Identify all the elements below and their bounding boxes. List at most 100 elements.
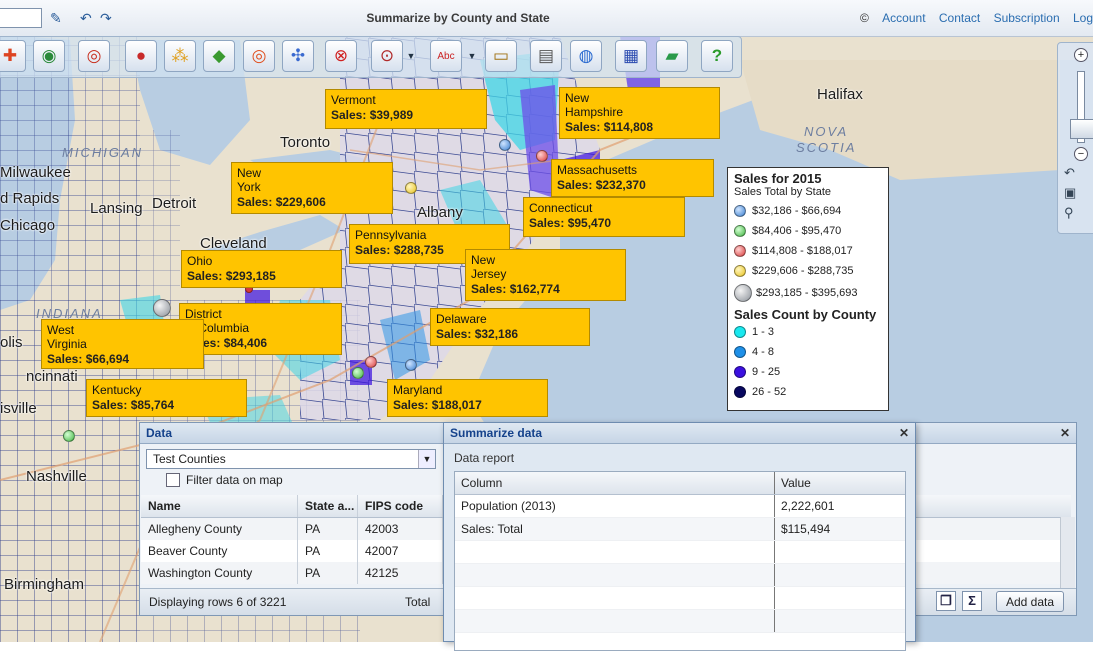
callout-maryland[interactable]: Maryland Sales: $188,017 xyxy=(387,379,548,417)
city-label: Toronto xyxy=(280,134,331,151)
chevron-down-icon[interactable]: ▼ xyxy=(418,450,435,468)
link-log[interactable]: Log xyxy=(1073,11,1093,25)
callout-connecticut[interactable]: Connecticut Sales: $95,470 xyxy=(523,197,685,237)
radius-icon[interactable]: ⊙ xyxy=(371,40,403,72)
callout-west-virginia[interactable]: West Virginia Sales: $66,694 xyxy=(41,319,204,369)
stop-icon[interactable]: ⊗ xyxy=(325,40,357,72)
city-label: d Rapids xyxy=(0,190,60,207)
summarize-subtitle: Data report xyxy=(454,451,515,465)
sigma-icon[interactable]: Σ xyxy=(962,591,982,611)
state-pin[interactable] xyxy=(499,139,511,151)
close-icon[interactable]: ✕ xyxy=(899,423,909,443)
text-dropdown[interactable]: ▼ xyxy=(466,40,478,72)
top-bar: ✎ ↶ ↷ Summarize by County and State © Ac… xyxy=(0,0,1093,37)
puzzle-icon[interactable]: ✚ xyxy=(0,40,26,72)
map-toolbar: ✚ ◉ ◎ ● ⁂ ◆ ◎ ✣ ⊗ ⊙ ▼ Abc ▼ ▭ ▤ ◍ ▦ ▰ ? xyxy=(0,36,742,78)
column-header[interactable]: Name xyxy=(141,495,298,517)
legend-subtitle: Sales Total by State xyxy=(734,186,832,198)
state-pin[interactable] xyxy=(536,150,548,162)
legend-item: 9 - 25 xyxy=(734,362,882,382)
callout-new-hampshire[interactable]: New Hampshire Sales: $114,808 xyxy=(559,87,720,139)
legend-count-title: Sales Count by County xyxy=(734,307,877,322)
callout-vermont[interactable]: Vermont Sales: $39,989 xyxy=(325,89,487,129)
region-label: MICHIGAN xyxy=(62,145,143,160)
help-icon[interactable]: ? xyxy=(701,40,733,72)
summarize-header: Summarize data ✕ xyxy=(444,423,915,444)
city-label: Birmingham xyxy=(4,576,85,593)
table-row xyxy=(455,587,905,610)
zoom-in-button[interactable]: + xyxy=(1074,48,1088,62)
close-icon[interactable]: ✕ xyxy=(1060,423,1070,443)
add-data-button[interactable]: Add data xyxy=(996,591,1064,612)
summary-table: Column Value Population (2013) 2,222,601… xyxy=(454,471,906,651)
link-account[interactable]: Account xyxy=(882,11,925,25)
link-subscription[interactable]: Subscription xyxy=(994,11,1060,25)
city-label: olis xyxy=(0,334,23,351)
page-title: Summarize by County and State xyxy=(366,11,550,25)
filter-checkbox-row[interactable]: Filter data on map xyxy=(166,473,283,487)
leaf-icon[interactable]: ◆ xyxy=(203,40,235,72)
link-contact[interactable]: Contact xyxy=(939,11,980,25)
car-icon[interactable]: ▰ xyxy=(656,40,688,72)
legend-title: Sales for 2015 xyxy=(734,171,822,186)
state-pin[interactable] xyxy=(153,299,171,317)
printer-icon[interactable]: ▤ xyxy=(530,40,562,72)
legend-item: 26 - 52 xyxy=(734,382,882,402)
pan-icon[interactable]: ↶ xyxy=(1064,165,1075,181)
target-icon[interactable]: ◎ xyxy=(78,40,110,72)
table-row[interactable]: Population (2013) 2,222,601 xyxy=(455,495,905,518)
filter-label: Filter data on map xyxy=(186,473,283,487)
textbox-icon[interactable]: Abc xyxy=(430,40,462,72)
city-label: ncinnati xyxy=(26,368,78,385)
column-header[interactable]: FIPS code xyxy=(358,495,443,517)
column-header[interactable]: State a... xyxy=(298,495,358,517)
header-links: © Account Contact Subscription Log xyxy=(860,11,1093,25)
layer-select[interactable]: Test Counties ▼ xyxy=(146,449,436,469)
select-icon[interactable]: ▣ xyxy=(1064,185,1076,201)
filter-checkbox[interactable] xyxy=(166,473,180,487)
callout-new-jersey[interactable]: New Jersey Sales: $162,774 xyxy=(465,249,626,301)
table-row xyxy=(455,564,905,587)
state-pin[interactable] xyxy=(405,182,417,194)
table-header: Column Value xyxy=(455,472,905,495)
zoom-panel: + − ↶ ▣ ⚲ xyxy=(1057,42,1093,234)
region-label: SCOTIA xyxy=(796,140,857,155)
globe-add-icon[interactable]: ◉ xyxy=(33,40,65,72)
balls-icon[interactable]: ⁂ xyxy=(164,40,196,72)
table-row[interactable]: Sales: Total $115,494 xyxy=(455,518,905,541)
rings-icon[interactable]: ◎ xyxy=(243,40,275,72)
table-row xyxy=(455,541,905,564)
layer-select-value: Test Counties xyxy=(153,452,226,466)
table-row xyxy=(455,610,905,633)
callout-delaware[interactable]: Delaware Sales: $32,186 xyxy=(430,308,590,346)
globe-save-icon[interactable]: ◍ xyxy=(570,40,602,72)
copyright: © xyxy=(859,11,869,25)
ruler-icon[interactable]: ▭ xyxy=(485,40,517,72)
zoom-out-button[interactable]: − xyxy=(1074,147,1088,161)
calendar-icon[interactable]: ▦ xyxy=(615,40,647,72)
state-pin[interactable] xyxy=(405,359,417,371)
state-pin[interactable] xyxy=(365,356,377,368)
state-pin[interactable] xyxy=(63,430,75,442)
column-header[interactable]: Column xyxy=(455,472,775,494)
copy-icon[interactable]: ❐ xyxy=(936,591,956,611)
legend-item: $114,808 - $188,017 xyxy=(734,241,882,261)
region-label: NOVA xyxy=(804,124,849,139)
callout-kentucky[interactable]: Kentucky Sales: $85,764 xyxy=(86,379,247,417)
table-scrollbar[interactable] xyxy=(1060,517,1075,589)
map-legend: Sales for 2015 Sales Total by State $32,… xyxy=(727,167,889,411)
data-panel-title: Data xyxy=(146,426,173,440)
legend-item: $293,185 - $395,693 xyxy=(734,281,882,305)
radius-dropdown[interactable]: ▼ xyxy=(405,40,417,72)
state-pin[interactable] xyxy=(352,367,364,379)
column-header[interactable]: Value xyxy=(775,472,905,494)
city-label: Nashville xyxy=(26,468,87,485)
puzzle-pieces-icon[interactable]: ✣ xyxy=(282,40,314,72)
magnify-icon[interactable]: ⚲ xyxy=(1064,205,1074,221)
zoom-slider-handle[interactable] xyxy=(1070,119,1093,139)
callout-ohio[interactable]: Ohio Sales: $293,185 xyxy=(181,250,342,288)
dots-icon[interactable]: ● xyxy=(125,40,157,72)
callout-massachusetts[interactable]: Massachusetts Sales: $232,370 xyxy=(551,159,714,197)
callout-new-york[interactable]: New York Sales: $229,606 xyxy=(231,162,393,214)
legend-item: $229,606 - $288,735 xyxy=(734,261,882,281)
